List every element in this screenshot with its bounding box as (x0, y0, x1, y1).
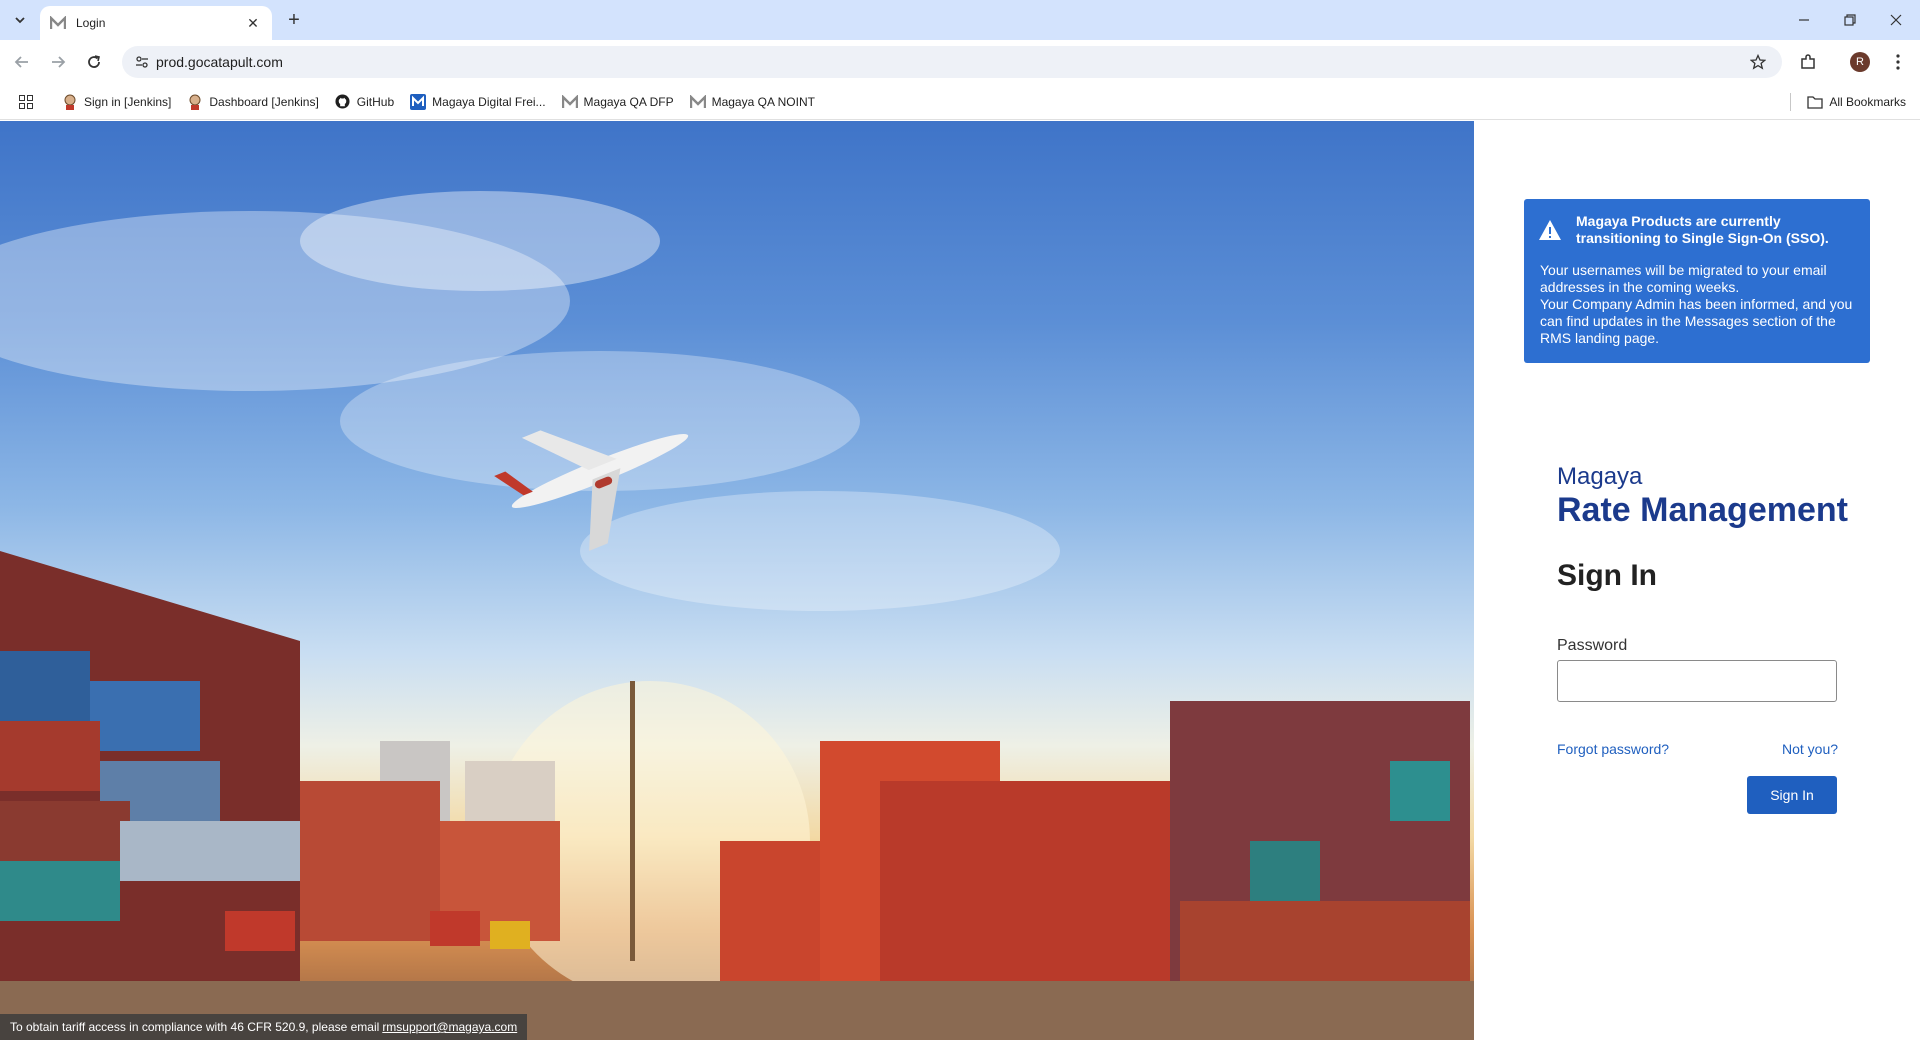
browser-toolbar: prod.gocatapult.com R (0, 40, 1920, 84)
port-illustration (0, 191, 1474, 1040)
folder-icon (1807, 94, 1823, 110)
bookmark-label: Dashboard [Jenkins] (209, 94, 319, 109)
magaya-icon (410, 93, 427, 110)
warning-icon (1539, 220, 1561, 240)
magaya-icon (689, 94, 706, 110)
brand-name: Magaya (1557, 463, 1643, 490)
url-text: prod.gocatapult.com (156, 54, 283, 70)
bookmark-label: Magaya QA NOINT (711, 94, 815, 109)
sign-in-button[interactable]: Sign In (1747, 776, 1837, 814)
forgot-password-link[interactable]: Forgot password? (1557, 741, 1669, 757)
right-container-stack (720, 701, 1470, 991)
bookmark-label: Magaya Digital Frei... (432, 94, 546, 109)
profile-avatar[interactable]: R (1848, 50, 1872, 74)
bookmarks-divider (1790, 93, 1791, 111)
magaya-icon (561, 94, 578, 110)
product-name: Rate Management (1557, 491, 1848, 529)
bookmark-label: Sign in [Jenkins] (84, 94, 172, 109)
back-arrow-icon[interactable] (10, 50, 34, 74)
tab-close-icon[interactable]: ✕ (244, 14, 262, 32)
hero-image: To obtain tariff access in compliance wi… (0, 121, 1474, 1040)
alert-body-line: Your Company Admin has been informed, an… (1540, 296, 1853, 346)
bookmark-item[interactable]: Magaya QA NOINT (682, 88, 823, 116)
alert-heading: Magaya Products are currently transition… (1576, 213, 1829, 246)
extensions-icon[interactable] (1796, 50, 1820, 74)
bookmarks-bar: Sign in [Jenkins] Dashboard [Jenkins] Gi… (0, 84, 1920, 120)
profile-initial: R (1850, 52, 1870, 72)
page-title: Sign In (1557, 559, 1657, 592)
bookmark-item[interactable]: Sign in [Jenkins] (54, 88, 179, 116)
all-bookmarks-button[interactable]: All Bookmarks (1807, 88, 1906, 116)
minimize-icon[interactable] (1792, 8, 1816, 32)
github-icon (335, 94, 351, 110)
magaya-favicon-icon (50, 15, 66, 31)
tab-bar: Login ✕ + (0, 0, 1920, 40)
login-panel: Magaya Products are currently transition… (1474, 121, 1920, 1040)
support-email-link[interactable]: rmsupport@magaya.com (382, 1020, 517, 1034)
jenkins-icon (62, 94, 78, 110)
bookmark-item[interactable]: Magaya QA DFP (554, 88, 682, 116)
alert-body-line: Your usernames will be migrated to your … (1540, 262, 1827, 295)
restore-icon[interactable] (1838, 8, 1862, 32)
active-tab[interactable]: Login ✕ (40, 6, 272, 40)
not-you-link[interactable]: Not you? (1782, 741, 1838, 757)
bookmark-label: GitHub (356, 94, 395, 109)
bookmark-item[interactable]: Magaya Digital Frei... (402, 88, 553, 116)
new-tab-button[interactable]: + (282, 8, 306, 32)
bookmark-item[interactable]: GitHub (327, 88, 402, 116)
apps-grid-icon[interactable] (16, 92, 36, 112)
all-bookmarks-label: All Bookmarks (1829, 95, 1906, 109)
bookmark-label: Magaya QA DFP (583, 94, 674, 109)
tariff-notice-bar: To obtain tariff access in compliance wi… (0, 1014, 528, 1040)
tariff-notice-text: To obtain tariff access in compliance wi… (10, 1020, 380, 1034)
tab-search-button[interactable] (8, 8, 32, 32)
address-bar[interactable]: prod.gocatapult.com (122, 46, 1782, 78)
chevron-down-icon (15, 17, 25, 24)
tab-title: Login (76, 16, 106, 30)
reload-icon[interactable] (82, 50, 106, 74)
password-label: Password (1557, 637, 1628, 654)
jenkins-icon (187, 94, 203, 110)
forward-arrow-icon[interactable] (46, 50, 70, 74)
sso-alert: Magaya Products are currently transition… (1524, 199, 1870, 363)
bookmark-star-icon[interactable] (1748, 52, 1768, 72)
bookmark-item[interactable]: Dashboard [Jenkins] (179, 88, 326, 116)
browser-menu-icon[interactable] (1886, 50, 1910, 74)
site-info-icon[interactable] (132, 52, 152, 72)
alert-body: Your usernames will be migrated to your … (1540, 262, 1854, 347)
password-field[interactable] (1557, 660, 1837, 702)
window-close-icon[interactable] (1884, 8, 1908, 32)
